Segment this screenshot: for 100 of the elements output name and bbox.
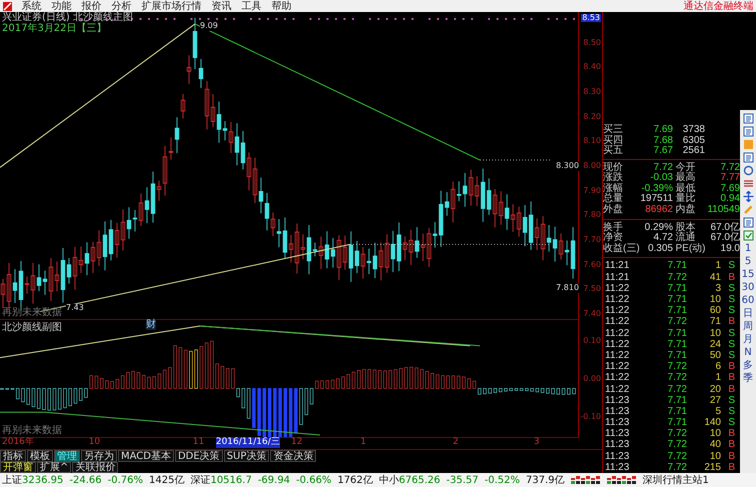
menu-item[interactable]: 资讯 bbox=[212, 0, 232, 12]
period-button[interactable]: 60 bbox=[742, 295, 754, 306]
chart-title: 兴业证券(日线) 北沙颜线主图 bbox=[2, 12, 133, 23]
index-value: 3236.95 bbox=[22, 474, 64, 486]
panel-tab[interactable]: 模板 bbox=[27, 450, 53, 462]
period-button[interactable]: 日 bbox=[743, 308, 753, 319]
trade-side: B bbox=[727, 450, 735, 462]
trade-volume: 24 bbox=[708, 338, 721, 350]
quote-value: 3738 bbox=[682, 124, 705, 136]
quote-label: 买五 bbox=[603, 146, 624, 157]
trade-time: 11:23 bbox=[605, 439, 630, 451]
period-button[interactable]: 多 bbox=[743, 360, 753, 371]
list-icon[interactable] bbox=[742, 178, 754, 189]
trade-price: 7.72 bbox=[666, 272, 687, 283]
axis-label: 7.40 bbox=[583, 310, 601, 318]
menu-item[interactable]: 扩展市场行情 bbox=[142, 0, 202, 12]
quote-label: 总量 bbox=[603, 194, 624, 204]
axis-label: 8.50 bbox=[583, 38, 601, 47]
panel-tab[interactable]: 关联报价 bbox=[72, 462, 118, 473]
quote-label: 现价 bbox=[603, 162, 624, 173]
document-icon[interactable] bbox=[742, 126, 754, 137]
document-icon[interactable] bbox=[742, 217, 754, 228]
trade-side: S bbox=[727, 282, 735, 294]
move-icon[interactable] bbox=[742, 191, 754, 202]
menu-item[interactable]: 报价 bbox=[82, 0, 102, 12]
trade-price: 7.71 bbox=[666, 338, 687, 350]
chart-note: 再别未来数据 bbox=[2, 307, 62, 318]
trade-price: 7.71 bbox=[666, 260, 687, 272]
trade-price: 7.72 bbox=[666, 428, 687, 440]
trade-volume: 71 bbox=[708, 316, 721, 328]
quote-label: 买三 bbox=[603, 124, 624, 135]
period-button[interactable]: 30 bbox=[742, 282, 754, 293]
period-button[interactable]: 季 bbox=[743, 373, 753, 384]
period-button[interactable]: N bbox=[744, 347, 752, 358]
panel-tab[interactable]: 扩展^ bbox=[37, 462, 72, 473]
trade-price: 7.71 bbox=[666, 328, 687, 339]
axis-label: 7.70 bbox=[583, 236, 601, 244]
trade-time: 11:22 bbox=[605, 282, 630, 294]
panel-tab[interactable]: 资金决策 bbox=[270, 450, 316, 462]
panel-tab[interactable]: 指标 bbox=[0, 450, 26, 462]
trade-time: 11:22 bbox=[605, 350, 630, 362]
quote-label: 流通 bbox=[674, 233, 696, 244]
panel-tab[interactable]: MACD基本 bbox=[118, 450, 174, 462]
bar-graph-icon bbox=[570, 475, 601, 485]
trade-volume: 27 bbox=[708, 394, 721, 406]
trade-side: S bbox=[727, 406, 735, 418]
server-status: 深圳行情主站1 bbox=[642, 474, 709, 486]
quote-value: 0.94 bbox=[720, 194, 740, 205]
panel-tab[interactable]: SUP决策 bbox=[224, 450, 270, 462]
trade-volume: 3 bbox=[714, 282, 721, 294]
price-annotation: 9.09 bbox=[200, 22, 218, 31]
menu-item[interactable]: 系统 bbox=[22, 0, 42, 12]
index-amount: 1762亿 bbox=[337, 474, 373, 486]
index-change: -35.57 bbox=[446, 474, 479, 486]
trade-volume: 60 bbox=[708, 305, 721, 316]
quote-value: 7.69 bbox=[720, 184, 740, 194]
index-amount: 1425亿 bbox=[149, 474, 184, 486]
quote-label: 涨跌 bbox=[603, 173, 624, 184]
panel-tab[interactable]: 管理 bbox=[54, 450, 80, 462]
circle-icon[interactable] bbox=[742, 165, 754, 176]
trade-price: 7.71 bbox=[666, 294, 687, 306]
date-label: 2016年 bbox=[2, 438, 34, 448]
trade-volume: 10 bbox=[708, 450, 721, 462]
trade-volume: 10 bbox=[708, 294, 721, 306]
document-icon[interactable] bbox=[742, 113, 754, 124]
index-name: 中小 bbox=[378, 474, 399, 486]
trade-price: 7.72 bbox=[666, 462, 687, 474]
menu-item[interactable]: 帮助 bbox=[272, 0, 292, 12]
trade-side: S bbox=[727, 305, 735, 316]
menu-item[interactable]: 工具 bbox=[242, 0, 262, 12]
index-value: 10516.7 bbox=[210, 474, 252, 486]
trade-price: 7.72 bbox=[666, 316, 687, 328]
date-label: 2016/11/16/三 bbox=[216, 438, 280, 448]
trade-volume: 10 bbox=[708, 328, 721, 339]
quote-label: 净资 bbox=[603, 233, 624, 244]
trade-volume: 1 bbox=[714, 260, 721, 272]
panel-tab[interactable]: DDE决策 bbox=[174, 450, 223, 462]
menu-item[interactable]: 功能 bbox=[52, 0, 72, 12]
checkbox-icon[interactable] bbox=[742, 230, 754, 241]
document-icon[interactable] bbox=[742, 152, 754, 163]
quote-label: PE(动) bbox=[674, 244, 705, 254]
period-button[interactable]: 月 bbox=[743, 334, 753, 345]
trade-time: 11:23 bbox=[605, 462, 630, 474]
panel-tab[interactable]: 开弹窗 bbox=[0, 462, 36, 473]
period-button[interactable]: 1 bbox=[744, 243, 752, 254]
quote-label: 涨幅 bbox=[603, 184, 624, 194]
quote-value: 7.77 bbox=[720, 173, 740, 184]
axis-label: 8.53 bbox=[581, 14, 601, 22]
brand-link[interactable]: 通达信金融终端 bbox=[684, 0, 754, 12]
period-button[interactable]: 5 bbox=[744, 256, 752, 267]
menu-item[interactable]: 分析 bbox=[112, 0, 132, 12]
chart-note: 再别未来数据 bbox=[2, 425, 62, 436]
trade-side: B bbox=[727, 316, 735, 328]
quote-value: 19.0 bbox=[720, 244, 740, 254]
axis-label: 8.30 bbox=[583, 88, 601, 96]
period-button[interactable]: 15 bbox=[742, 269, 754, 280]
panel-tab[interactable]: 另存为 bbox=[81, 450, 117, 462]
period-button[interactable]: 周 bbox=[743, 321, 753, 332]
trade-time: 11:22 bbox=[605, 294, 630, 306]
index-name: 上证 bbox=[2, 474, 22, 486]
